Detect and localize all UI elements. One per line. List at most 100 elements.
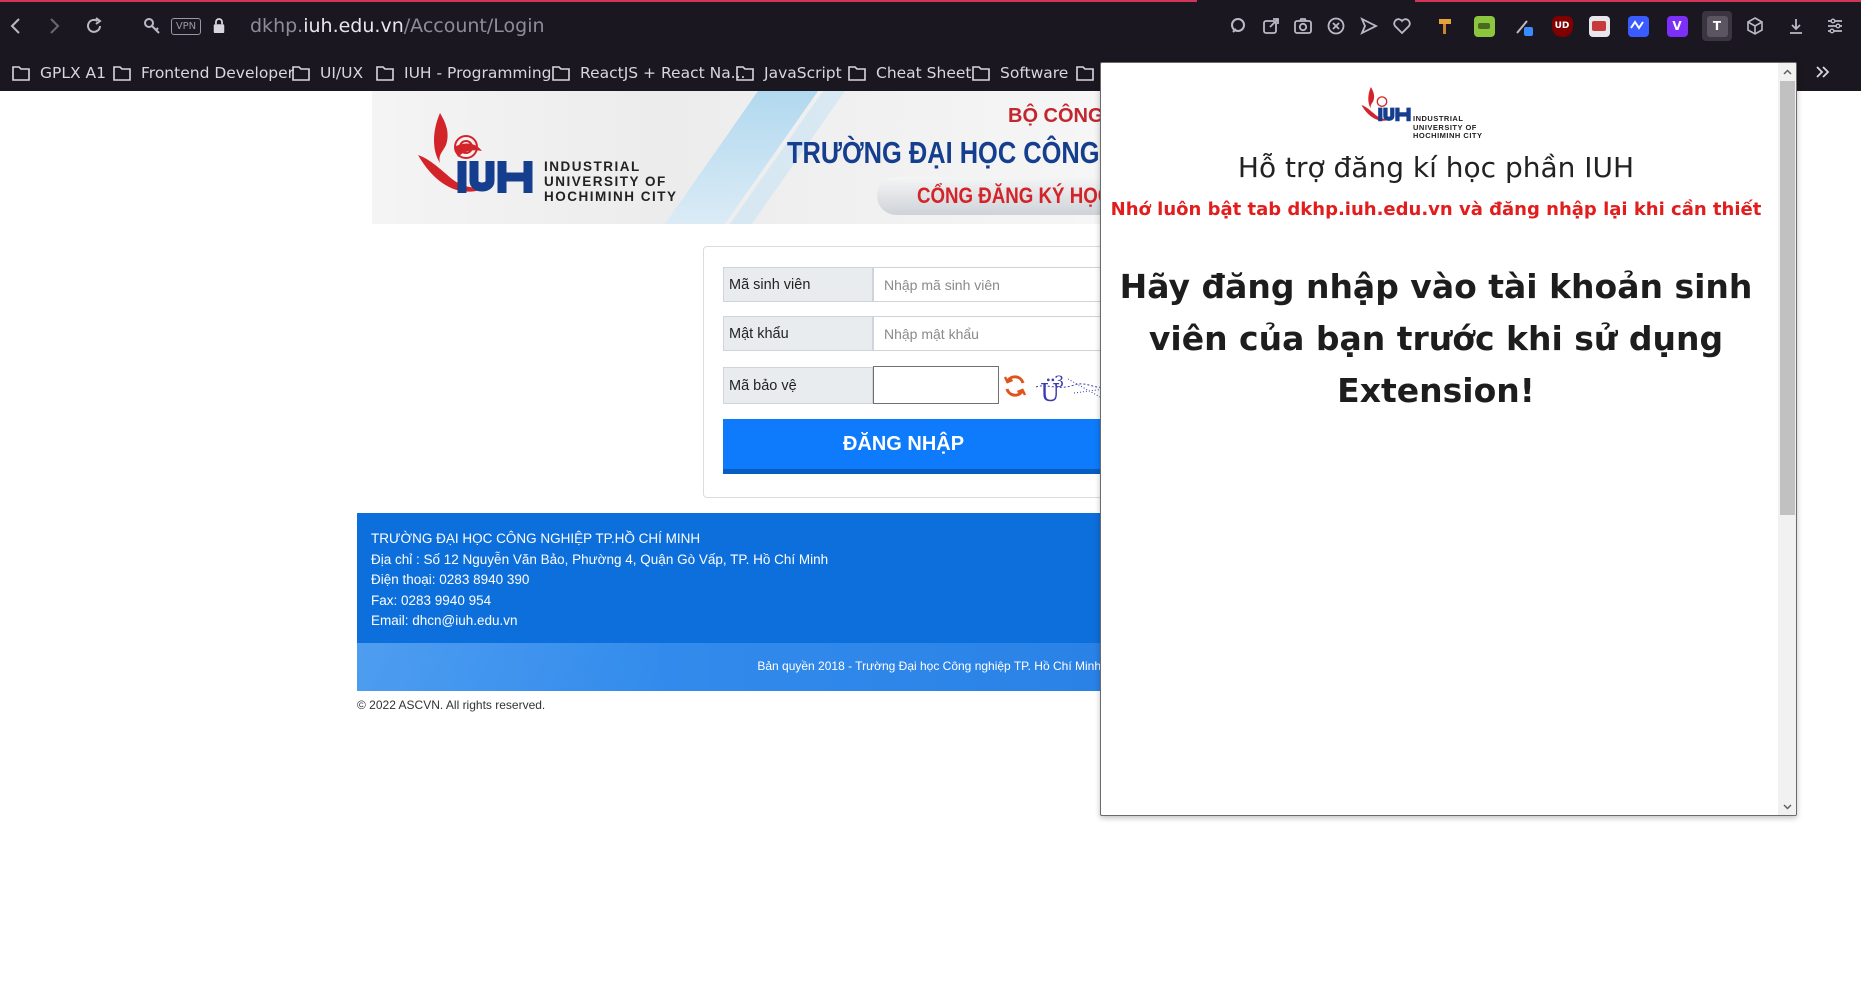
folder-icon: [1076, 66, 1094, 81]
banner-ministry: BỘ CÔNG T: [1008, 105, 1102, 127]
cube-icon[interactable]: [1743, 14, 1767, 38]
bookmark-folder[interactable]: IUH - Programming: [376, 55, 552, 91]
translate-icon[interactable]: [1626, 14, 1650, 38]
bookmark-folder[interactable]: Software: [972, 55, 1068, 91]
banner-subtitle: CỔNG ĐĂNG KÝ HỌC: [917, 183, 1102, 208]
bookmark-label: GPLX A1: [40, 64, 107, 82]
forward-button[interactable]: [40, 12, 68, 40]
reload-button[interactable]: [80, 12, 108, 40]
bookmark-folder[interactable]: JavaScript: [736, 55, 842, 91]
banner-logo-text: INDUSTRIAL UNIVERSITY OF HOCHIMINH CITY: [544, 159, 678, 204]
folder-icon: [376, 66, 394, 81]
footer-address: Địa chỉ : Số 12 Nguyễn Văn Bảo, Phường 4…: [371, 551, 829, 567]
ublock-icon[interactable]: UD: [1550, 14, 1574, 38]
bookmark-folder[interactable]: ReactJS + React Na...: [552, 55, 745, 91]
footer-info: TRƯỜNG ĐẠI HỌC CÔNG NGHIỆP TP.HỒ CHÍ MIN…: [371, 529, 828, 632]
vpn-badge[interactable]: VPN: [171, 18, 201, 35]
v-icon[interactable]: V: [1665, 14, 1689, 38]
banner-title: TRƯỜNG ĐẠI HỌC CÔNG N: [787, 135, 1102, 170]
captcha-label: Mã bảo vệ: [723, 367, 873, 404]
site-footer: TRƯỜNG ĐẠI HỌC CÔNG NGHIỆP TP.HỒ CHÍ MIN…: [357, 513, 1103, 691]
address-bar-url[interactable]: dkhp.iuh.edu.vn/Account/Login: [250, 15, 545, 37]
menu-icon[interactable]: [1823, 14, 1847, 38]
download-icon[interactable]: [1784, 14, 1808, 38]
folder-icon: [972, 66, 990, 81]
back-button[interactable]: [2, 12, 30, 40]
footer-school: TRƯỜNG ĐẠI HỌC CÔNG NGHIỆP TP.HỒ CHÍ MIN…: [371, 531, 701, 546]
folder-icon: [848, 66, 866, 81]
pen-icon[interactable]: [1512, 14, 1536, 38]
popup-logo-text: INDUSTRIAL UNIVERSITY OF HOCHIMINH CITY: [1413, 114, 1483, 141]
captcha-image: Ü 3: [1035, 372, 1104, 405]
popup-message: Hãy đăng nhập vào tài khoản sinh viên củ…: [1119, 267, 1753, 410]
student-id-label: Mã sinh viên: [723, 267, 873, 302]
footer-email[interactable]: Email: dhcn@iuh.edu.vn: [371, 611, 828, 632]
tab-indicator: [0, 0, 1197, 2]
bookmark-label: IUH - Programming: [404, 64, 552, 82]
footer-wave: [357, 643, 657, 691]
scroll-down-icon[interactable]: [1782, 801, 1793, 812]
captcha-input[interactable]: [873, 366, 999, 404]
footer-phone: Điện thoại: 0283 8940 390: [371, 572, 530, 587]
play-icon[interactable]: [1357, 14, 1381, 38]
bookmark-label: Cheat Sheet: [876, 64, 972, 82]
login-button[interactable]: ĐĂNG NHẬP: [723, 419, 1104, 474]
wikiless-icon[interactable]: [1587, 14, 1611, 38]
logo-line: INDUSTRIAL: [544, 159, 641, 174]
close-circle-icon[interactable]: [1324, 14, 1348, 38]
reload-icon: [87, 17, 102, 33]
hammer-icon[interactable]: [1434, 14, 1458, 38]
password-input[interactable]: Nhập mật khẩu: [873, 316, 1113, 351]
bookmark-folder[interactable]: UI/UX: [292, 55, 363, 91]
send-icon[interactable]: [1259, 14, 1283, 38]
bookmarks-overflow-icon[interactable]: [1812, 62, 1834, 84]
iuh-logo: [418, 113, 533, 193]
search-icon[interactable]: [1227, 14, 1251, 38]
folder-icon: [736, 66, 754, 81]
svg-text:3: 3: [1054, 372, 1064, 391]
bookmark-label: JavaScript: [764, 64, 842, 82]
footer-copyright-bar: Bản quyền 2018 - Trường Đại học Công ngh…: [357, 643, 1103, 691]
page-copyright: © 2022 ASCVN. All rights reserved.: [357, 698, 546, 712]
password-label: Mật khẩu: [723, 316, 873, 351]
login-form: Mã sinh viên Nhập mã sinh viên Mật khẩu …: [703, 246, 1113, 498]
bookmark-folder[interactable]: Cheat Sheet: [848, 55, 972, 91]
footer-fax: Fax: 0283 9940 954: [371, 592, 492, 608]
footer-copyright: Bản quyền 2018 - Trường Đại học Công ngh…: [757, 659, 1101, 673]
url-prefix: dkhp.: [250, 15, 304, 37]
bookmark-label: ReactJS + React Na...: [580, 64, 746, 82]
lock-icon[interactable]: [212, 15, 226, 37]
scroll-up-icon[interactable]: [1782, 67, 1793, 78]
logo-line: HOCHIMINH CITY: [544, 189, 678, 204]
folder-icon: [12, 66, 30, 81]
heart-icon[interactable]: [1390, 14, 1414, 38]
popup-title: Hỗ trợ đăng kí học phần IUH: [1237, 151, 1635, 184]
site-settings-icon[interactable]: [142, 15, 162, 37]
logo-line: HOCHIMINH CITY: [1413, 131, 1483, 140]
iuh-logo: [1361, 87, 1411, 122]
logo-line: UNIVERSITY OF: [544, 174, 667, 189]
bookmark-label: UI/UX: [320, 64, 364, 82]
site-banner: INDUSTRIAL UNIVERSITY OF HOCHIMINH CITY …: [372, 91, 1102, 224]
folder-icon: [552, 66, 570, 81]
folder-icon: [113, 66, 131, 81]
url-host: iuh.edu.vn: [303, 15, 404, 37]
student-id-input[interactable]: Nhập mã sinh viên: [873, 267, 1113, 302]
bookmark-folder[interactable]: Frontend Developer: [113, 55, 294, 91]
scroll-thumb[interactable]: [1780, 81, 1795, 515]
arrow-left-icon: [10, 18, 20, 34]
bookmark-label: Frontend Developer: [141, 64, 295, 82]
camera-icon[interactable]: [1291, 14, 1315, 38]
popup-scrollbar[interactable]: [1778, 63, 1796, 815]
refresh-captcha-icon[interactable]: [1002, 373, 1028, 399]
bookmark-label: Software: [1000, 64, 1069, 82]
popup-note: Nhớ luôn bật tab dkhp.iuh.edu.vn và đăng…: [1110, 199, 1762, 220]
extension-popup: INDUSTRIAL UNIVERSITY OF HOCHIMINH CITY …: [1100, 62, 1797, 816]
browser-toolbar: VPN dkhp.iuh.edu.vn/Account/Login UD V T: [0, 0, 1861, 55]
bookmark-folder[interactable]: GPLX A1: [12, 55, 106, 91]
arrow-right-icon: [50, 18, 60, 34]
tab-indicator: [1415, 0, 1861, 2]
pear-icon[interactable]: [1472, 14, 1496, 38]
folder-icon: [292, 66, 310, 81]
t-extension-icon[interactable]: T: [1702, 11, 1732, 41]
